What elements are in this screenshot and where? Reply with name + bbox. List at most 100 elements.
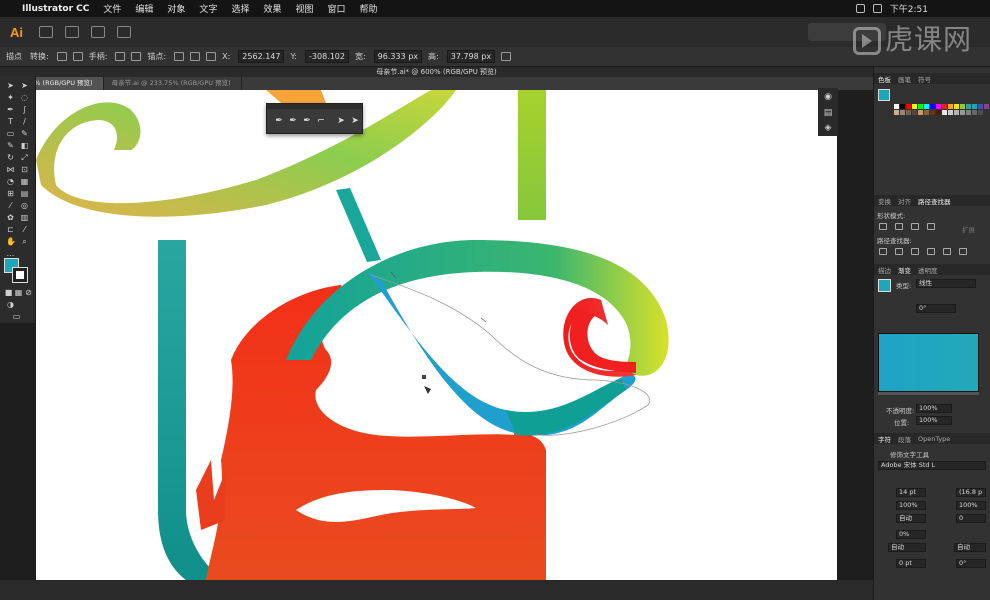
eyedropper-icon[interactable]: ⁄ bbox=[6, 201, 15, 210]
tab-character[interactable]: 字符 bbox=[878, 434, 891, 444]
tracking-field[interactable]: 0 bbox=[956, 514, 986, 523]
stroke-color-swatch[interactable] bbox=[12, 267, 28, 283]
color-swatch[interactable] bbox=[948, 104, 953, 109]
gradient-tool-icon[interactable]: ▤ bbox=[20, 189, 29, 198]
menu-type[interactable]: 文字 bbox=[199, 2, 217, 15]
color-swatch[interactable] bbox=[972, 110, 977, 115]
gradient-type-select[interactable]: 线性 bbox=[916, 279, 976, 288]
color-swatch[interactable] bbox=[954, 110, 959, 115]
convert-to-smooth-icon[interactable] bbox=[72, 52, 83, 61]
color-swatch[interactable] bbox=[930, 104, 935, 109]
aki-left-field[interactable]: 自动 bbox=[888, 543, 926, 552]
color-swatch[interactable] bbox=[966, 104, 971, 109]
lasso-icon[interactable]: ◌ bbox=[20, 93, 29, 102]
screen-mode-icon[interactable]: ▭ bbox=[12, 312, 21, 321]
rectangle-tool-icon[interactable]: ▭ bbox=[6, 129, 15, 138]
color-swatch[interactable] bbox=[900, 104, 905, 109]
gradient-slider[interactable] bbox=[878, 392, 979, 395]
color-swatch[interactable] bbox=[894, 110, 899, 115]
menu-select[interactable]: 选择 bbox=[231, 2, 249, 15]
menu-file[interactable]: 文件 bbox=[103, 2, 121, 15]
color-swatch[interactable] bbox=[924, 104, 929, 109]
paintbrush-icon[interactable]: ✎ bbox=[20, 129, 29, 138]
show-handles-icon[interactable] bbox=[115, 52, 126, 61]
menu-effect[interactable]: 效果 bbox=[263, 2, 281, 15]
expand-button[interactable]: 扩展 bbox=[962, 224, 975, 234]
kerning-field[interactable]: 自动 bbox=[896, 514, 926, 523]
add-anchor-point-icon[interactable]: ✒ bbox=[288, 116, 298, 126]
outline-icon[interactable] bbox=[943, 248, 951, 255]
convert-to-corner-icon[interactable] bbox=[56, 52, 67, 61]
symbol-sprayer-icon[interactable]: ✿ bbox=[6, 213, 15, 222]
tab-other-document[interactable]: 母亲节.ai @ 233.75% (RGB/GPU 预览) bbox=[104, 77, 242, 90]
color-swatch[interactable] bbox=[960, 110, 965, 115]
delete-anchor-point-icon[interactable]: ✒ bbox=[302, 116, 312, 126]
line-tool-icon[interactable]: / bbox=[20, 117, 29, 126]
libraries-icon[interactable]: ◈ bbox=[823, 123, 833, 133]
menu-object[interactable]: 对象 bbox=[167, 2, 185, 15]
font-size-field[interactable]: 14 pt bbox=[896, 488, 926, 497]
color-swatch[interactable] bbox=[918, 110, 923, 115]
horizontal-scale-field[interactable]: 100% bbox=[896, 501, 926, 510]
gradient-mode-icon[interactable]: ▦ bbox=[14, 288, 23, 297]
pen-tool-icon[interactable]: ✒ bbox=[274, 116, 284, 126]
intersect-icon[interactable] bbox=[911, 223, 919, 230]
magic-wand-icon[interactable]: ✦ bbox=[6, 93, 15, 102]
color-swatch[interactable] bbox=[942, 110, 947, 115]
direct-selection-tool-icon[interactable]: ➤ bbox=[20, 81, 29, 90]
draw-mode-icon[interactable]: ◑ bbox=[6, 300, 15, 309]
tab-brushes[interactable]: 画笔 bbox=[898, 74, 911, 84]
tab-transparency[interactable]: 透明度 bbox=[918, 265, 938, 275]
panel-drag-bar[interactable] bbox=[267, 104, 362, 109]
properties-icon[interactable]: ▤ bbox=[823, 108, 833, 118]
remove-anchor-icon[interactable] bbox=[174, 52, 185, 61]
color-swatch[interactable] bbox=[906, 104, 911, 109]
slice-tool-icon[interactable]: ⁄ bbox=[20, 225, 29, 234]
character-rotation-field[interactable]: 0° bbox=[956, 559, 986, 568]
color-swatch[interactable] bbox=[894, 104, 899, 109]
stock-icon[interactable] bbox=[65, 26, 79, 38]
menu-clock[interactable]: 下午2:51 bbox=[890, 2, 928, 15]
tab-stroke[interactable]: 描边 bbox=[878, 265, 891, 275]
divide-icon[interactable] bbox=[879, 248, 887, 255]
color-swatch[interactable] bbox=[936, 104, 941, 109]
color-swatch[interactable] bbox=[978, 110, 983, 115]
app-menu[interactable]: Illustrator CC bbox=[22, 4, 89, 14]
tab-paragraph[interactable]: 段落 bbox=[898, 434, 911, 444]
baseline-shift-field[interactable]: 0 pt bbox=[896, 559, 926, 568]
gpu-performance-icon[interactable] bbox=[117, 26, 131, 38]
perspective-grid-icon[interactable]: ▦ bbox=[20, 177, 29, 186]
color-swatch[interactable] bbox=[912, 110, 917, 115]
screen-icon[interactable] bbox=[855, 4, 865, 13]
menu-window[interactable]: 窗口 bbox=[327, 2, 345, 15]
column-graph-icon[interactable]: ▥ bbox=[20, 213, 29, 222]
unite-icon[interactable] bbox=[879, 223, 887, 230]
blend-tool-icon[interactable]: ◎ bbox=[20, 201, 29, 210]
color-swatch[interactable] bbox=[960, 104, 965, 109]
edit-toolbar-icon[interactable]: … bbox=[6, 249, 15, 258]
cut-path-icon[interactable] bbox=[206, 52, 217, 61]
color-swatch[interactable] bbox=[924, 110, 929, 115]
gradient-angle-field[interactable]: 0° bbox=[916, 304, 956, 313]
merge-icon[interactable] bbox=[911, 248, 919, 255]
shaper-tool-icon[interactable]: ✎ bbox=[6, 141, 15, 150]
crop-icon[interactable] bbox=[927, 248, 935, 255]
vertical-scale-field[interactable]: 100% bbox=[956, 501, 986, 510]
artboard-tool-icon[interactable]: ⊏ bbox=[6, 225, 15, 234]
menu-edit[interactable]: 编辑 bbox=[135, 2, 153, 15]
width-field[interactable]: 96.333 px bbox=[373, 50, 423, 63]
location-field[interactable]: 100% bbox=[916, 416, 952, 425]
arrange-documents-icon[interactable] bbox=[91, 26, 105, 38]
tsume-field[interactable]: 0% bbox=[896, 530, 926, 539]
menu-help[interactable]: 帮助 bbox=[360, 2, 378, 15]
curvature-tool-icon[interactable]: ∫ bbox=[20, 105, 29, 114]
tab-opentype[interactable]: OpenType bbox=[918, 435, 950, 443]
color-swatch[interactable] bbox=[966, 110, 971, 115]
bridge-icon[interactable] bbox=[39, 26, 53, 38]
type-tool-icon[interactable]: T bbox=[6, 117, 15, 126]
free-transform-icon[interactable]: ⊡ bbox=[20, 165, 29, 174]
artboard-canvas[interactable] bbox=[36, 90, 837, 580]
eraser-icon[interactable]: ◧ bbox=[20, 141, 29, 150]
color-swatch[interactable] bbox=[984, 104, 989, 109]
color-swatch[interactable] bbox=[918, 104, 923, 109]
